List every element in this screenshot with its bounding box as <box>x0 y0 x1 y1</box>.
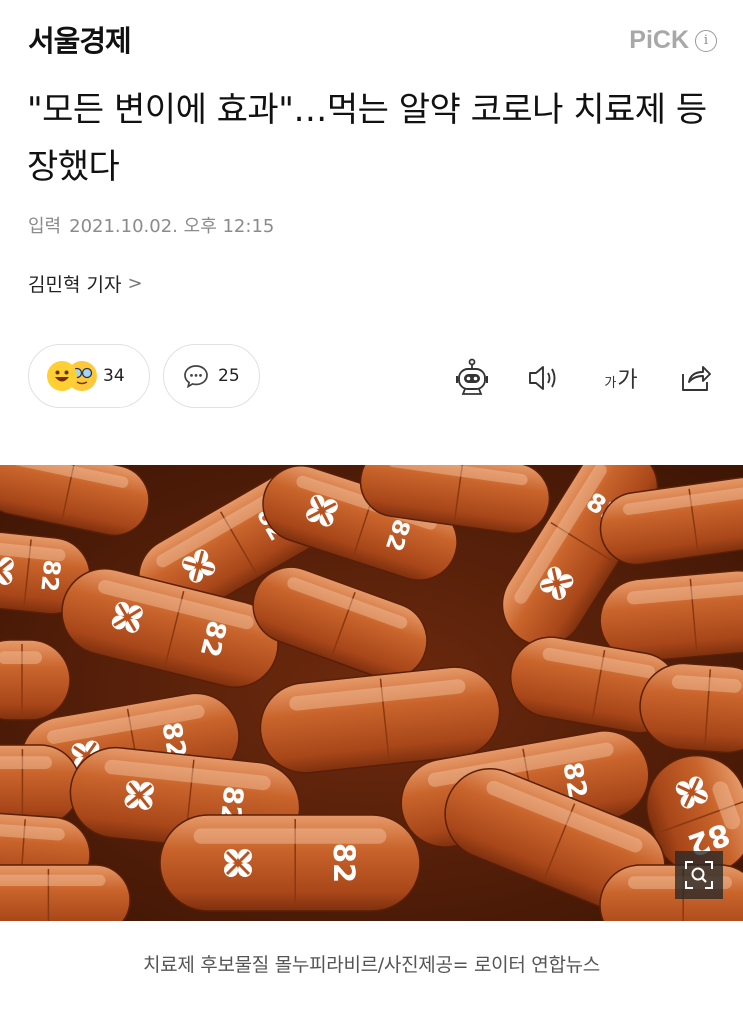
text-to-speech-button[interactable] <box>524 358 564 398</box>
zoom-search-icon <box>685 861 713 889</box>
speaker-icon <box>529 366 556 390</box>
info-icon[interactable]: i <box>695 29 717 52</box>
pill-print-text: 82 <box>327 843 361 883</box>
photo-caption: 치료제 후보물질 몰누피라비르/사진제공= 로이터 연합뉴스 <box>142 954 600 976</box>
font-size-button[interactable]: 가 가 <box>596 358 646 398</box>
font-size-small-label: 가 <box>604 376 617 391</box>
pill-print-text: 82 <box>35 558 64 593</box>
pill-logo-mark <box>124 780 154 810</box>
chevron-right-icon: > <box>127 273 143 294</box>
share-icon <box>682 366 711 391</box>
comments-button[interactable]: 25 <box>163 344 260 408</box>
reaction-count: 34 <box>103 366 125 386</box>
top-bar: 서울경제 PiCK i <box>0 0 743 70</box>
pick-label: PiCK <box>629 26 689 54</box>
capsule-pill <box>0 744 81 826</box>
article-photo[interactable]: 82828282828282828282 <box>0 465 743 921</box>
reaction-emojis <box>47 361 97 391</box>
capsule-pill <box>0 639 71 721</box>
comment-bubble-icon <box>184 365 208 389</box>
summary-bot-button[interactable] <box>452 358 492 398</box>
capsule-pill <box>0 864 131 921</box>
reactions-button[interactable]: 34 <box>28 344 150 408</box>
published-time: 2021.10.02. 오후 12:15 <box>69 216 275 237</box>
font-size-large-label: 가 <box>617 368 638 393</box>
capsule-pills-image: 82828282828282828282 <box>0 465 743 921</box>
smile-emoji-icon <box>47 361 77 391</box>
robot-summary-icon <box>456 358 488 395</box>
font-size-icon: 가 가 <box>604 362 637 394</box>
reporter-link[interactable]: 김민혁 기자 > <box>28 270 143 297</box>
article-meta: 입력 2021.10.02. 오후 12:15 <box>28 212 274 238</box>
share-button[interactable] <box>676 358 716 398</box>
reporter-name: 김민혁 기자 <box>28 274 122 296</box>
zoom-photo-button[interactable] <box>675 851 723 899</box>
published-label: 입력 <box>28 216 62 237</box>
article-actions-bar: 34 25 가 가 <box>0 344 743 412</box>
pick-badge[interactable]: PiCK i <box>629 26 717 55</box>
capsule-pill: 82 <box>159 814 421 912</box>
press-logo[interactable]: 서울경제 <box>28 18 132 60</box>
article-headline: "모든 변이에 효과"…먹는 알약 코로나 치료제 등장했다 <box>27 90 707 187</box>
comment-count: 25 <box>218 366 240 386</box>
